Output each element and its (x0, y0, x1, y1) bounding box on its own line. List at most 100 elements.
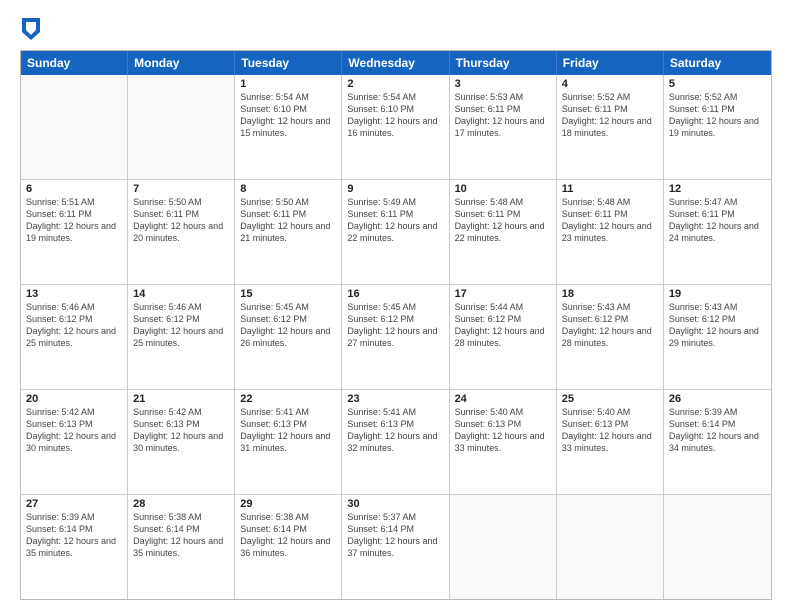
day-number: 23 (347, 393, 443, 405)
day-info: Sunrise: 5:45 AM Sunset: 6:12 PM Dayligh… (240, 301, 336, 350)
calendar-cell: 11Sunrise: 5:48 AM Sunset: 6:11 PM Dayli… (557, 180, 664, 284)
calendar-cell: 5Sunrise: 5:52 AM Sunset: 6:11 PM Daylig… (664, 75, 771, 179)
calendar-cell (557, 495, 664, 599)
day-info: Sunrise: 5:52 AM Sunset: 6:11 PM Dayligh… (669, 91, 766, 140)
page: SundayMondayTuesdayWednesdayThursdayFrid… (0, 0, 792, 612)
day-info: Sunrise: 5:44 AM Sunset: 6:12 PM Dayligh… (455, 301, 551, 350)
day-number: 30 (347, 498, 443, 510)
day-info: Sunrise: 5:54 AM Sunset: 6:10 PM Dayligh… (240, 91, 336, 140)
day-number: 20 (26, 393, 122, 405)
day-info: Sunrise: 5:39 AM Sunset: 6:14 PM Dayligh… (669, 406, 766, 455)
calendar-cell: 24Sunrise: 5:40 AM Sunset: 6:13 PM Dayli… (450, 390, 557, 494)
day-number: 8 (240, 183, 336, 195)
weekday-header: Monday (128, 51, 235, 75)
calendar-cell: 3Sunrise: 5:53 AM Sunset: 6:11 PM Daylig… (450, 75, 557, 179)
calendar-cell: 10Sunrise: 5:48 AM Sunset: 6:11 PM Dayli… (450, 180, 557, 284)
calendar-cell (664, 495, 771, 599)
weekday-header: Saturday (664, 51, 771, 75)
day-info: Sunrise: 5:48 AM Sunset: 6:11 PM Dayligh… (562, 196, 658, 245)
day-info: Sunrise: 5:38 AM Sunset: 6:14 PM Dayligh… (133, 511, 229, 560)
day-number: 17 (455, 288, 551, 300)
day-number: 12 (669, 183, 766, 195)
calendar-cell: 25Sunrise: 5:40 AM Sunset: 6:13 PM Dayli… (557, 390, 664, 494)
weekday-header: Sunday (21, 51, 128, 75)
calendar-cell: 7Sunrise: 5:50 AM Sunset: 6:11 PM Daylig… (128, 180, 235, 284)
calendar-cell: 2Sunrise: 5:54 AM Sunset: 6:10 PM Daylig… (342, 75, 449, 179)
day-number: 2 (347, 78, 443, 90)
logo-icon (22, 18, 40, 40)
day-info: Sunrise: 5:43 AM Sunset: 6:12 PM Dayligh… (562, 301, 658, 350)
day-number: 28 (133, 498, 229, 510)
calendar-body: 1Sunrise: 5:54 AM Sunset: 6:10 PM Daylig… (21, 75, 771, 599)
calendar-row: 20Sunrise: 5:42 AM Sunset: 6:13 PM Dayli… (21, 389, 771, 494)
day-info: Sunrise: 5:53 AM Sunset: 6:11 PM Dayligh… (455, 91, 551, 140)
day-info: Sunrise: 5:46 AM Sunset: 6:12 PM Dayligh… (133, 301, 229, 350)
calendar-cell: 21Sunrise: 5:42 AM Sunset: 6:13 PM Dayli… (128, 390, 235, 494)
day-info: Sunrise: 5:41 AM Sunset: 6:13 PM Dayligh… (240, 406, 336, 455)
calendar-cell: 15Sunrise: 5:45 AM Sunset: 6:12 PM Dayli… (235, 285, 342, 389)
day-info: Sunrise: 5:46 AM Sunset: 6:12 PM Dayligh… (26, 301, 122, 350)
calendar-cell: 6Sunrise: 5:51 AM Sunset: 6:11 PM Daylig… (21, 180, 128, 284)
calendar-row: 6Sunrise: 5:51 AM Sunset: 6:11 PM Daylig… (21, 179, 771, 284)
calendar-cell: 22Sunrise: 5:41 AM Sunset: 6:13 PM Dayli… (235, 390, 342, 494)
calendar-header: SundayMondayTuesdayWednesdayThursdayFrid… (21, 51, 771, 75)
day-number: 13 (26, 288, 122, 300)
day-info: Sunrise: 5:50 AM Sunset: 6:11 PM Dayligh… (240, 196, 336, 245)
calendar-cell: 23Sunrise: 5:41 AM Sunset: 6:13 PM Dayli… (342, 390, 449, 494)
day-info: Sunrise: 5:40 AM Sunset: 6:13 PM Dayligh… (455, 406, 551, 455)
day-info: Sunrise: 5:50 AM Sunset: 6:11 PM Dayligh… (133, 196, 229, 245)
day-number: 29 (240, 498, 336, 510)
day-number: 9 (347, 183, 443, 195)
day-number: 15 (240, 288, 336, 300)
day-number: 16 (347, 288, 443, 300)
calendar-cell: 4Sunrise: 5:52 AM Sunset: 6:11 PM Daylig… (557, 75, 664, 179)
day-number: 7 (133, 183, 229, 195)
calendar-cell: 30Sunrise: 5:37 AM Sunset: 6:14 PM Dayli… (342, 495, 449, 599)
day-info: Sunrise: 5:54 AM Sunset: 6:10 PM Dayligh… (347, 91, 443, 140)
calendar-cell (128, 75, 235, 179)
day-info: Sunrise: 5:38 AM Sunset: 6:14 PM Dayligh… (240, 511, 336, 560)
calendar-cell: 17Sunrise: 5:44 AM Sunset: 6:12 PM Dayli… (450, 285, 557, 389)
calendar-cell: 26Sunrise: 5:39 AM Sunset: 6:14 PM Dayli… (664, 390, 771, 494)
calendar-row: 13Sunrise: 5:46 AM Sunset: 6:12 PM Dayli… (21, 284, 771, 389)
calendar-cell: 1Sunrise: 5:54 AM Sunset: 6:10 PM Daylig… (235, 75, 342, 179)
day-number: 18 (562, 288, 658, 300)
day-number: 25 (562, 393, 658, 405)
day-info: Sunrise: 5:48 AM Sunset: 6:11 PM Dayligh… (455, 196, 551, 245)
day-number: 21 (133, 393, 229, 405)
day-info: Sunrise: 5:51 AM Sunset: 6:11 PM Dayligh… (26, 196, 122, 245)
day-info: Sunrise: 5:41 AM Sunset: 6:13 PM Dayligh… (347, 406, 443, 455)
day-number: 6 (26, 183, 122, 195)
calendar-cell: 29Sunrise: 5:38 AM Sunset: 6:14 PM Dayli… (235, 495, 342, 599)
calendar-row: 27Sunrise: 5:39 AM Sunset: 6:14 PM Dayli… (21, 494, 771, 599)
day-info: Sunrise: 5:49 AM Sunset: 6:11 PM Dayligh… (347, 196, 443, 245)
day-number: 1 (240, 78, 336, 90)
calendar-cell: 28Sunrise: 5:38 AM Sunset: 6:14 PM Dayli… (128, 495, 235, 599)
day-number: 22 (240, 393, 336, 405)
calendar-cell (21, 75, 128, 179)
weekday-header: Thursday (450, 51, 557, 75)
calendar: SundayMondayTuesdayWednesdayThursdayFrid… (20, 50, 772, 600)
calendar-cell: 20Sunrise: 5:42 AM Sunset: 6:13 PM Dayli… (21, 390, 128, 494)
calendar-cell: 12Sunrise: 5:47 AM Sunset: 6:11 PM Dayli… (664, 180, 771, 284)
day-number: 26 (669, 393, 766, 405)
calendar-cell: 18Sunrise: 5:43 AM Sunset: 6:12 PM Dayli… (557, 285, 664, 389)
day-number: 24 (455, 393, 551, 405)
calendar-cell (450, 495, 557, 599)
logo (20, 18, 42, 40)
day-info: Sunrise: 5:40 AM Sunset: 6:13 PM Dayligh… (562, 406, 658, 455)
calendar-cell: 14Sunrise: 5:46 AM Sunset: 6:12 PM Dayli… (128, 285, 235, 389)
day-info: Sunrise: 5:42 AM Sunset: 6:13 PM Dayligh… (133, 406, 229, 455)
day-info: Sunrise: 5:45 AM Sunset: 6:12 PM Dayligh… (347, 301, 443, 350)
day-number: 4 (562, 78, 658, 90)
day-number: 11 (562, 183, 658, 195)
day-number: 14 (133, 288, 229, 300)
day-number: 3 (455, 78, 551, 90)
calendar-cell: 9Sunrise: 5:49 AM Sunset: 6:11 PM Daylig… (342, 180, 449, 284)
calendar-cell: 27Sunrise: 5:39 AM Sunset: 6:14 PM Dayli… (21, 495, 128, 599)
day-info: Sunrise: 5:42 AM Sunset: 6:13 PM Dayligh… (26, 406, 122, 455)
calendar-cell: 16Sunrise: 5:45 AM Sunset: 6:12 PM Dayli… (342, 285, 449, 389)
calendar-row: 1Sunrise: 5:54 AM Sunset: 6:10 PM Daylig… (21, 75, 771, 179)
calendar-cell: 13Sunrise: 5:46 AM Sunset: 6:12 PM Dayli… (21, 285, 128, 389)
calendar-cell: 8Sunrise: 5:50 AM Sunset: 6:11 PM Daylig… (235, 180, 342, 284)
